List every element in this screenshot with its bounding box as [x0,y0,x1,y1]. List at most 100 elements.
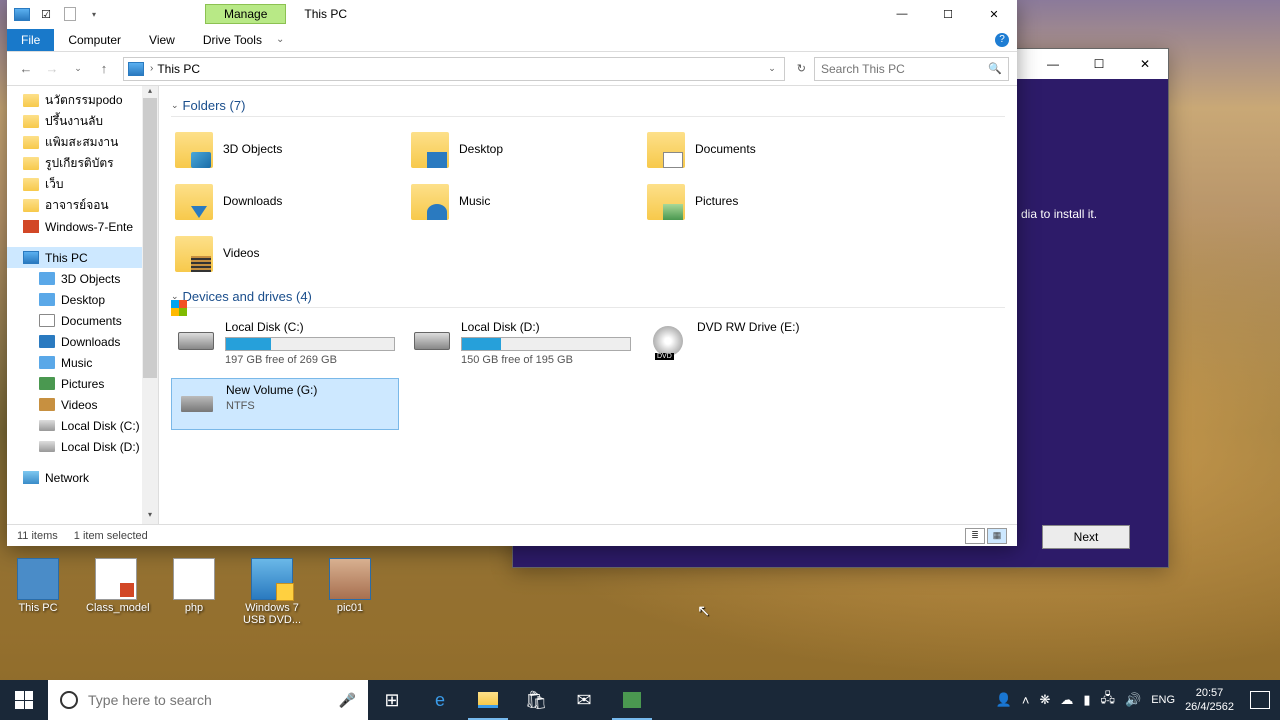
minimize-button[interactable]: — [879,0,925,28]
address-dropdown-icon[interactable]: ⌄ [764,63,780,74]
nav-pictures[interactable]: Pictures [7,373,158,394]
folder-downloads[interactable]: Downloads [171,177,399,225]
volume-icon[interactable]: 🔊 [1125,692,1141,708]
view-details-icon[interactable]: ≣ [965,528,985,544]
nav-3d-objects[interactable]: 3D Objects [7,268,158,289]
battery-icon[interactable]: ▮ [1083,692,1090,708]
store-icon[interactable]: 🛍 [512,680,560,720]
nav-network[interactable]: Network [7,467,158,488]
context-tab-manage[interactable]: Manage [205,4,286,24]
installer-maximize[interactable]: ☐ [1076,49,1122,79]
section-folders[interactable]: ⌄ Folders (7) [171,98,1005,117]
maximize-button[interactable]: ☐ [925,0,971,28]
explorer-icon[interactable] [464,680,512,720]
nav-music[interactable]: Music [7,352,158,373]
edge-icon[interactable]: e [416,680,464,720]
nav-quick-item[interactable]: รูปเกียรติบัตร [7,153,158,174]
tab-computer[interactable]: Computer [54,29,135,51]
desktop-this-pc[interactable]: This PC [8,558,68,626]
installer-message: dia to install it. [1021,207,1097,221]
people-icon[interactable]: 👤 [996,692,1012,708]
pc-icon [11,3,33,25]
address-text[interactable]: This PC [157,62,764,76]
tab-drive-tools[interactable]: Drive Tools [189,29,276,51]
recent-dropdown-icon[interactable]: ⌄ [67,58,89,80]
folder-music[interactable]: Music [407,177,635,225]
installer-next-button[interactable]: Next [1042,525,1130,549]
start-button[interactable] [0,680,48,720]
collapse-icon[interactable]: ⌄ [171,100,179,111]
drive-c-usage-bar [225,337,395,351]
scroll-thumb[interactable] [143,98,157,378]
nav-quick-item[interactable]: อาจารย์จอน [7,195,158,216]
nav-quick-item[interactable]: แพิมสะสมงาน [7,132,158,153]
search-input[interactable] [821,62,988,76]
nav-desktop[interactable]: Desktop [7,289,158,310]
folder-icon [23,136,39,149]
onedrive-icon[interactable]: ☁ [1060,692,1073,708]
nav-videos[interactable]: Videos [7,394,158,415]
microphone-icon[interactable]: 🎤 [339,692,356,709]
nav-scrollbar[interactable]: ▴ ▾ [142,86,158,524]
folder-pictures[interactable]: Pictures [643,177,871,225]
documents-icon [39,314,55,327]
new-icon[interactable] [59,3,81,25]
network-icon[interactable]: 🖧 [1101,689,1116,711]
navigation-pane[interactable]: นวัตกรรมpodo ปรึ้นงานลับ แพิมสะสมงาน รูป… [7,86,159,524]
installer-minimize[interactable]: — [1030,49,1076,79]
back-button[interactable]: ← [15,58,37,80]
folder-3d-objects[interactable]: 3D Objects [171,125,399,173]
drive-d[interactable]: Local Disk (D:) 150 GB free of 195 GB [407,316,635,370]
ribbon-collapse-icon[interactable]: ⌄ [276,34,284,45]
view-large-icons-icon[interactable]: ▦ [987,528,1007,544]
address-bar[interactable]: › This PC ⌄ [123,57,785,81]
section-drives[interactable]: ⌄ Devices and drives (4) [171,289,1005,308]
clock[interactable]: 20:57 26/4/2562 [1185,686,1234,715]
nav-local-disk-c[interactable]: Local Disk (C:) [7,415,158,436]
tab-view[interactable]: View [135,29,189,51]
folder-documents[interactable]: Documents [643,125,871,173]
search-icon[interactable]: 🔍 [988,62,1002,75]
navigation-bar: ← → ⌄ ↑ › This PC ⌄ ↻ 🔍 [7,52,1017,86]
scroll-down-icon[interactable]: ▾ [143,510,157,524]
tab-file[interactable]: File [7,29,54,51]
desktop-php[interactable]: php [164,558,224,626]
qat-dropdown-icon[interactable]: ▾ [83,3,105,25]
desktop-windows7-usb[interactable]: Windows 7 USB DVD... [242,558,302,626]
taskbar-search[interactable]: 🎤 [48,680,368,720]
properties-icon[interactable]: ☑ [35,3,57,25]
nav-local-disk-d[interactable]: Local Disk (D:) [7,436,158,457]
nav-documents[interactable]: Documents [7,310,158,331]
up-button[interactable]: ↑ [93,58,115,80]
refresh-button[interactable]: ↻ [793,62,810,75]
folder-videos[interactable]: Videos [171,229,399,277]
language-indicator[interactable]: ENG [1151,694,1175,706]
search-box[interactable]: 🔍 [814,57,1009,81]
drive-e-dvd[interactable]: DVD RW Drive (E:) [643,316,871,370]
nav-quick-item[interactable]: นวัตกรรมpodo [7,90,158,111]
nav-quick-item[interactable]: Windows-7-Ente [7,216,158,237]
desktop-pic01[interactable]: pic01 [320,558,380,626]
tray-app-icon[interactable]: ❋ [1039,692,1050,708]
task-view-icon[interactable]: ⊞ [368,680,416,720]
drive-g-new-volume[interactable]: New Volume (G:) NTFS [171,378,399,430]
drive-c[interactable]: Local Disk (C:) 197 GB free of 269 GB [171,316,399,370]
app-icon[interactable] [608,680,656,720]
taskbar-search-input[interactable] [88,692,329,708]
nav-downloads[interactable]: Downloads [7,331,158,352]
tray-expand-icon[interactable]: ˄ [1022,693,1030,708]
nav-quick-item[interactable]: เว็บ [7,174,158,195]
nav-quick-item[interactable]: ปรึ้นงานลับ [7,111,158,132]
ribbon-tabs: File Computer View Drive Tools ⌄ ? [7,28,1017,52]
nav-this-pc[interactable]: This PC [7,247,158,268]
folder-desktop[interactable]: Desktop [407,125,635,173]
mail-icon[interactable]: ✉ [560,680,608,720]
close-button[interactable]: ✕ [971,0,1017,28]
forward-button[interactable]: → [41,58,63,80]
action-center-icon[interactable] [1250,691,1270,709]
desktop-class-model[interactable]: Class_model [86,558,146,626]
installer-close[interactable]: ✕ [1122,49,1168,79]
content-pane[interactable]: ⌄ Folders (7) 3D Objects Desktop Documen… [159,86,1017,524]
cortana-icon[interactable] [60,691,78,709]
help-icon[interactable]: ? [995,33,1009,47]
